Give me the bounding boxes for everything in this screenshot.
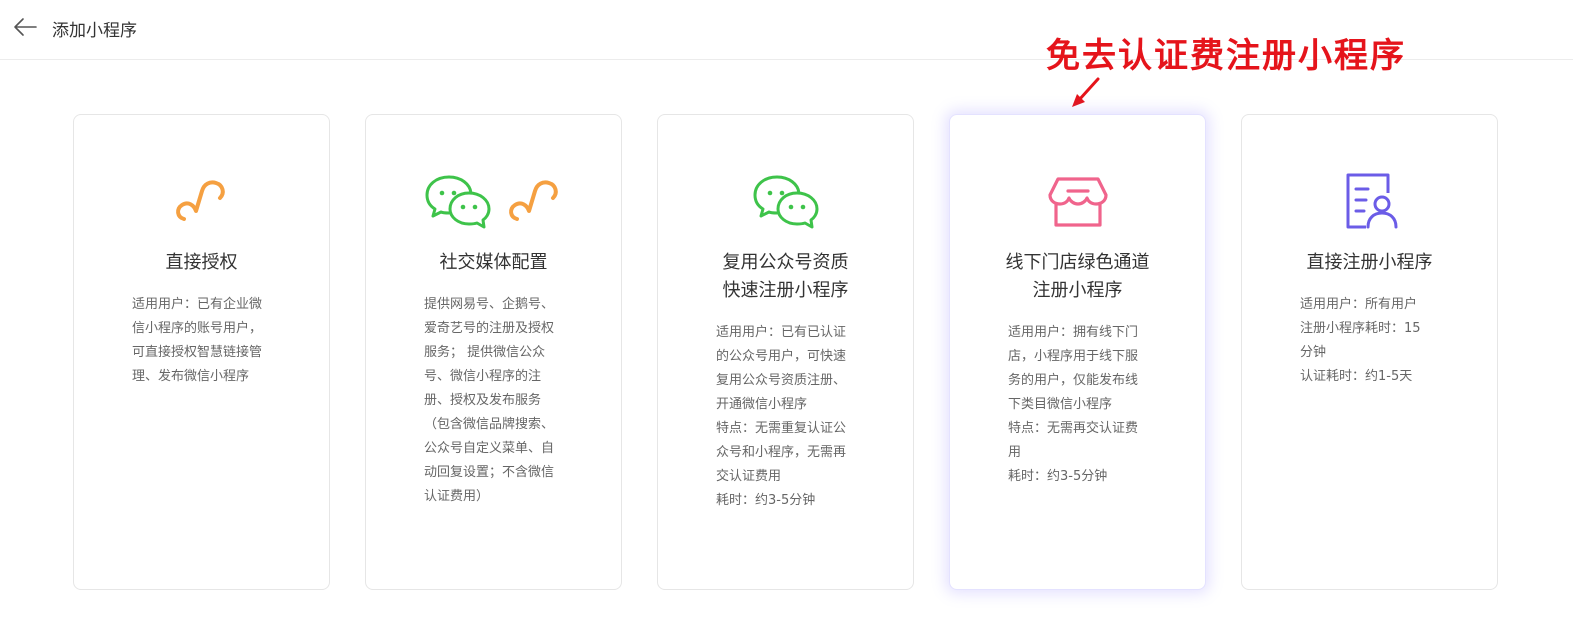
card-reuse-official-account[interactable]: 复用公众号资质 快速注册小程序 适用用户：已有已认证 的公众号用户，可快速 复用… <box>657 114 914 590</box>
card-description: 适用用户：已有企业微 信小程序的账号用户， 可直接授权智慧链接管 理、发布微信小… <box>132 297 263 384</box>
card-icons <box>366 169 621 233</box>
card-description: 适用用户：拥有线下门 店，小程序用于线下服 务的用户，仅能发布线 下类目微信小程… <box>1008 325 1139 484</box>
card-icons <box>658 169 913 233</box>
card-icons <box>74 169 329 233</box>
card-description: 适用用户：已有已认证 的公众号用户，可快速 复用公众号资质注册、 开通微信小程序… <box>716 325 847 508</box>
card-direct-register[interactable]: 直接注册小程序 适用用户：所有用户 注册小程序耗时：15 分钟 认证耗时：约1-… <box>1241 114 1498 590</box>
card-description: 提供网易号、企鹅号、 爱奇艺号的注册及授权 服务； 提供微信公众 号、微信小程序… <box>424 297 555 504</box>
mini-program-icon <box>175 180 225 221</box>
card-title: 社交媒体配置 <box>439 252 548 273</box>
card-description: 适用用户：所有用户 注册小程序耗时：15 分钟 认证耗时：约1-5天 <box>1300 297 1421 384</box>
store-icon <box>1047 177 1108 227</box>
card-offline-store-channel[interactable]: 线下门店绿色通道 注册小程序 适用用户：拥有线下门 店，小程序用于线下服 务的用… <box>949 114 1206 590</box>
annotation-arrow-icon <box>1072 77 1100 107</box>
wechat-icon <box>425 175 490 229</box>
page-title: 添加小程序 <box>52 21 137 41</box>
promo-annotation: 免去认证费注册小程序 <box>1046 36 1406 76</box>
register-form-icon <box>1346 173 1397 229</box>
card-title: 直接注册小程序 <box>1306 252 1433 273</box>
card-title: 线下门店绿色通道 注册小程序 <box>1005 252 1150 301</box>
card-direct-authorize[interactable]: 直接授权 适用用户：已有企业微 信小程序的账号用户， 可直接授权智慧链接管 理、… <box>73 114 330 590</box>
card-title: 直接授权 <box>165 252 238 273</box>
mini-program-icon <box>508 180 558 221</box>
card-social-media-config[interactable]: 社交媒体配置 提供网易号、企鹅号、 爱奇艺号的注册及授权 服务； 提供微信公众 … <box>365 114 622 590</box>
card-title: 复用公众号资质 快速注册小程序 <box>722 252 849 301</box>
card-icons <box>1242 169 1497 233</box>
card-icons <box>950 169 1205 233</box>
wechat-icon <box>753 175 818 229</box>
arrow-left-icon[interactable] <box>12 14 38 40</box>
